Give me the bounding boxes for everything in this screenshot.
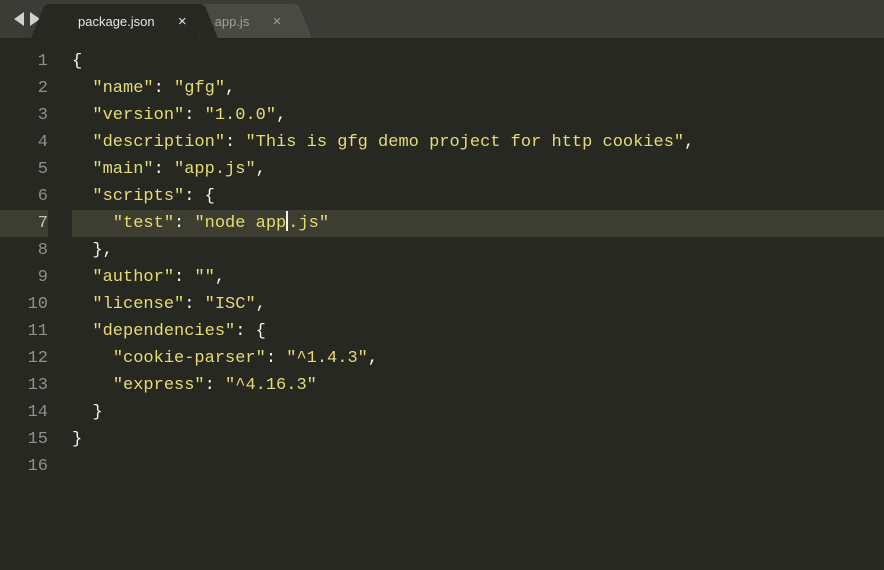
close-icon[interactable]: × xyxy=(178,14,187,29)
code-token: "dependencies" xyxy=(92,322,235,341)
code-token: } xyxy=(92,403,102,422)
code-token: : xyxy=(225,133,245,152)
nav-back-icon[interactable] xyxy=(14,12,24,26)
code-line[interactable]: "scripts": { xyxy=(72,183,884,210)
tab-label: app.js xyxy=(215,14,250,29)
code-token: : xyxy=(154,79,174,98)
code-line[interactable]: "express": "^4.16.3" xyxy=(72,372,884,399)
code-token: : xyxy=(266,349,286,368)
code-token: "version" xyxy=(92,106,184,125)
code-token: : xyxy=(174,268,194,287)
code-line[interactable]: "license": "ISC", xyxy=(72,291,884,318)
line-number: 2 xyxy=(0,75,48,102)
line-number: 15 xyxy=(0,426,48,453)
code-token: "app.js" xyxy=(174,160,256,179)
code-token: "main" xyxy=(92,160,153,179)
code-token: , xyxy=(368,349,378,368)
code-token: "scripts" xyxy=(92,187,184,206)
code-token: : xyxy=(174,214,194,233)
code-token: , xyxy=(225,79,235,98)
code-line[interactable]: "author": "", xyxy=(72,264,884,291)
code-token: { xyxy=(205,187,215,206)
code-line[interactable]: }, xyxy=(72,237,884,264)
code-token: "gfg" xyxy=(174,79,225,98)
line-number: 8 xyxy=(0,237,48,264)
code-token: , xyxy=(256,295,266,314)
code-line[interactable]: "cookie-parser": "^1.4.3", xyxy=(72,345,884,372)
code-token: "" xyxy=(194,268,214,287)
code-line[interactable]: } xyxy=(72,426,884,453)
code-token: "test" xyxy=(113,214,174,233)
line-number: 9 xyxy=(0,264,48,291)
code-token: "1.0.0" xyxy=(205,106,276,125)
code-token: }, xyxy=(92,241,112,260)
code-line[interactable]: "name": "gfg", xyxy=(72,75,884,102)
line-number: 16 xyxy=(0,453,48,480)
code-line[interactable]: "description": "This is gfg demo project… xyxy=(72,129,884,156)
code-token: "name" xyxy=(92,79,153,98)
code-token: { xyxy=(256,322,266,341)
code-line[interactable] xyxy=(72,453,884,480)
line-number: 6 xyxy=(0,183,48,210)
line-number: 10 xyxy=(0,291,48,318)
code-token: : xyxy=(184,187,204,206)
code-token: "^1.4.3" xyxy=(286,349,368,368)
line-gutter: 12345678910111213141516 xyxy=(0,38,62,570)
code-line[interactable]: } xyxy=(72,399,884,426)
code-token: , xyxy=(215,268,225,287)
code-line[interactable]: "version": "1.0.0", xyxy=(72,102,884,129)
code-token: , xyxy=(684,133,694,152)
line-number: 13 xyxy=(0,372,48,399)
code-token: } xyxy=(72,430,82,449)
line-number: 14 xyxy=(0,399,48,426)
code-line[interactable]: "test": "node app.js" xyxy=(72,210,884,237)
line-number: 3 xyxy=(0,102,48,129)
line-number: 11 xyxy=(0,318,48,345)
tab-label: package.json xyxy=(78,14,155,29)
line-number: 1 xyxy=(0,48,48,75)
code-line[interactable]: { xyxy=(72,48,884,75)
title-bar: package.json × app.js × xyxy=(0,0,884,38)
code-line[interactable]: "dependencies": { xyxy=(72,318,884,345)
code-token: "license" xyxy=(92,295,184,314)
code-token: "description" xyxy=(92,133,225,152)
code-token: "ISC" xyxy=(205,295,256,314)
code-token: : xyxy=(205,376,225,395)
code-token: , xyxy=(276,106,286,125)
line-number: 12 xyxy=(0,345,48,372)
code-line[interactable]: "main": "app.js", xyxy=(72,156,884,183)
code-token: "cookie-parser" xyxy=(113,349,266,368)
tab-bar: package.json × app.js × xyxy=(50,0,281,38)
line-number: 4 xyxy=(0,129,48,156)
editor: 12345678910111213141516 { "name": "gfg",… xyxy=(0,38,884,570)
code-token: "node app xyxy=(194,214,286,233)
tab-package-json[interactable]: package.json × xyxy=(50,4,199,38)
code-token: "This is gfg demo project for http cooki… xyxy=(245,133,684,152)
code-token: : xyxy=(235,322,255,341)
code-token: "express" xyxy=(113,376,205,395)
close-icon[interactable]: × xyxy=(273,14,282,29)
code-token: : xyxy=(154,160,174,179)
code-token: : xyxy=(184,295,204,314)
line-number: 5 xyxy=(0,156,48,183)
code-token: , xyxy=(256,160,266,179)
code-area[interactable]: { "name": "gfg", "version": "1.0.0", "de… xyxy=(62,38,884,570)
code-token: .js" xyxy=(288,214,329,233)
line-number: 7 xyxy=(0,210,48,237)
code-token: "author" xyxy=(92,268,174,287)
code-token: { xyxy=(72,52,82,71)
code-token: : xyxy=(184,106,204,125)
code-token: "^4.16.3" xyxy=(225,376,317,395)
